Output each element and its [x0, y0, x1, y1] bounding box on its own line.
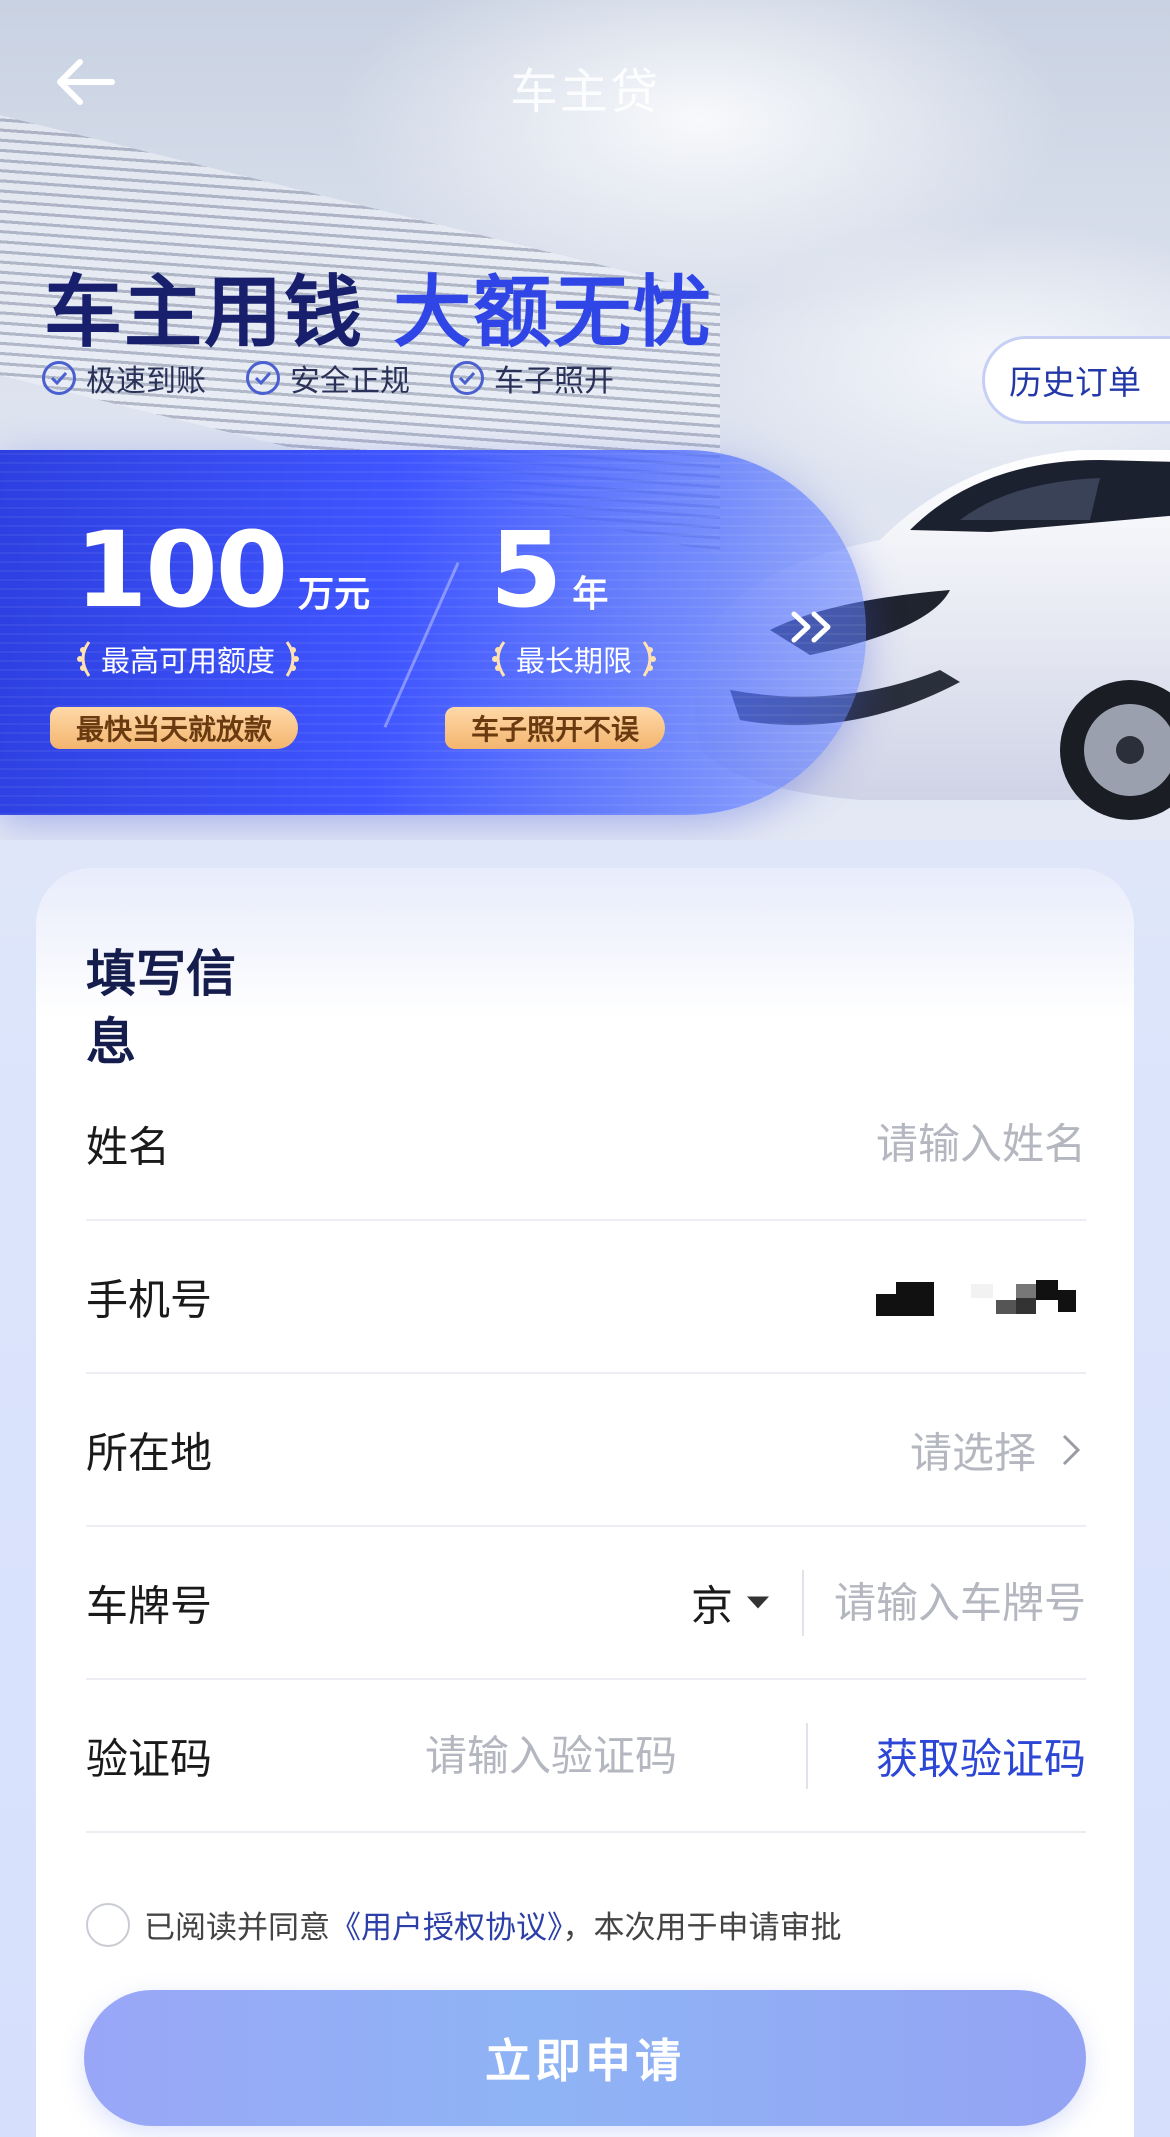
name-input[interactable] [486, 1119, 1086, 1168]
hero-banner: 车主贷 车主用钱 大额无忧 极速到账 安全正规 车子照开 历史订单 100 万元… [0, 0, 1170, 840]
plate-row: 车牌号 京 [86, 1527, 1086, 1680]
history-orders-button[interactable]: 历史订单 [982, 336, 1170, 424]
term-tag: 车子照开不误 [445, 707, 666, 749]
page: 车主贷 车主用钱 大额无忧 极速到账 安全正规 车子照开 历史订单 100 万元… [0, 0, 1170, 2137]
agreement-link[interactable]: 《用户授权协议》 [330, 1910, 563, 1946]
divider [806, 1722, 808, 1789]
laurel-left-icon [77, 641, 91, 677]
laurel-right-icon [642, 641, 657, 677]
province-selector[interactable]: 京 [691, 1572, 770, 1633]
amount-value: 100 [75, 509, 288, 631]
plate-label: 车牌号 [86, 1581, 213, 1630]
term-value: 5 [490, 509, 562, 631]
check-circle-icon [42, 361, 76, 395]
get-code-button[interactable]: 获取验证码 [876, 1725, 1086, 1786]
page-title: 车主贷 [509, 64, 660, 120]
location-row[interactable]: 所在地 请选择 [86, 1374, 1086, 1527]
form-title: 填写信息 [86, 945, 236, 1071]
phone-row: 手机号 [86, 1221, 1086, 1374]
plate-input[interactable] [786, 1578, 1086, 1627]
code-input[interactable] [386, 1731, 716, 1780]
amount-tag: 最快当天就放款 [50, 707, 299, 749]
slogan-part-1: 车主用钱 [44, 268, 365, 358]
agreement-prefix: 已阅读并同意 [144, 1910, 330, 1946]
location-label: 所在地 [86, 1428, 213, 1477]
feature-list: 极速到账 安全正规 车子照开 [42, 356, 614, 400]
feature-item: 车子照开 [450, 356, 614, 400]
term-stat: 5年 最长期限 [490, 518, 658, 680]
check-circle-icon [450, 361, 484, 395]
amount-label: 最高可用额度 [101, 644, 276, 678]
slogan: 车主用钱 大额无忧 [44, 250, 713, 362]
laurel-right-icon [285, 641, 300, 677]
double-chevron-right-icon[interactable] [790, 610, 838, 644]
term-unit: 年 [572, 574, 609, 615]
name-label: 姓名 [86, 1122, 171, 1171]
masked-phone-value[interactable] [876, 1276, 1076, 1318]
feature-item: 安全正规 [246, 356, 410, 400]
feature-label: 极速到账 [86, 364, 206, 399]
amount-unit: 万元 [298, 574, 371, 615]
promo-panel[interactable]: 100 万元 最高可用额度 最快当天就放款 5年 最长期限 车子照开不误 [0, 450, 866, 815]
feature-label: 安全正规 [290, 364, 410, 399]
province-value: 京 [691, 1581, 734, 1630]
agreement-checkbox[interactable] [86, 1902, 130, 1947]
submit-button[interactable]: 立即申请 [84, 1990, 1086, 2126]
term-label: 最长期限 [516, 644, 633, 678]
agreement-suffix: ，本次用于申请审批 [562, 1910, 842, 1946]
location-select[interactable]: 请选择 [910, 1419, 1036, 1480]
code-label: 验证码 [86, 1734, 213, 1783]
caret-down-icon [747, 1596, 770, 1609]
code-row: 验证码 获取验证码 [86, 1680, 1086, 1833]
slogan-part-2: 大额无忧 [393, 268, 714, 358]
phone-label: 手机号 [86, 1275, 213, 1324]
chevron-right-icon [1062, 1434, 1081, 1465]
feature-item: 极速到账 [42, 356, 206, 400]
feature-label: 车子照开 [494, 364, 614, 399]
name-row: 姓名 [86, 1068, 1086, 1221]
laurel-left-icon [492, 641, 506, 677]
agreement: 已阅读并同意《用户授权协议》，本次用于申请审批 [86, 1902, 842, 1947]
form-card: 填写信息 姓名 手机号 所在地 请选择 [36, 868, 1134, 2137]
amount-stat: 100 万元 最高可用额度 [75, 518, 370, 680]
check-circle-icon [246, 361, 280, 395]
